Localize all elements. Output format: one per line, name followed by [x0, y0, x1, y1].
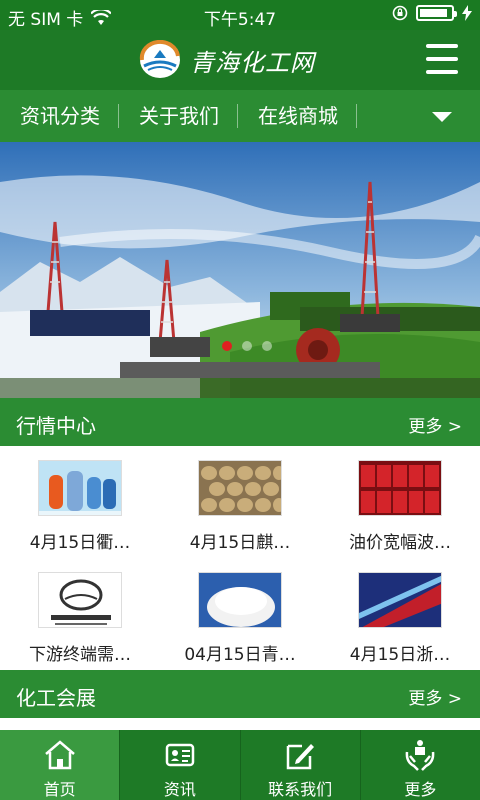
market-item[interactable]: 4月15日衢…: [0, 446, 160, 558]
tab-more[interactable]: 更多: [360, 730, 480, 800]
category-nav: 资讯分类 关于我们 在线商城: [0, 90, 480, 142]
market-item-caption: 4月15日浙…: [349, 645, 451, 665]
nav-item-online-mall[interactable]: 在线商城: [238, 104, 357, 128]
market-item-caption: 4月15日麒…: [189, 533, 291, 553]
tab-home[interactable]: 首页: [0, 730, 121, 800]
market-item-thumb: [38, 460, 122, 516]
tab-contact-label: 联系我们: [268, 780, 333, 799]
menu-icon-line: [426, 70, 458, 74]
news-card-icon: [165, 743, 195, 767]
market-section-title: 行情中心: [16, 414, 96, 438]
market-grid: 4月15日衢… 4月15日麒… 油价宽幅波… 下游终端需… 04月15日青… 4…: [0, 446, 480, 670]
status-bar: 无 SIM 卡 下午5:47: [0, 0, 480, 30]
tab-contact[interactable]: 联系我们: [240, 730, 361, 800]
menu-icon-line: [426, 44, 458, 48]
logo-text: 青海化工网: [190, 48, 315, 77]
banner-image: [0, 142, 480, 398]
market-item[interactable]: 油价宽幅波…: [320, 446, 480, 558]
logo-emblem-icon: [139, 40, 180, 78]
nav-item-news-categories[interactable]: 资讯分类: [0, 104, 119, 128]
market-more-link[interactable]: 更多 >: [408, 412, 462, 437]
edit-icon: [286, 744, 315, 770]
market-item[interactable]: 4月15日浙…: [320, 558, 480, 670]
status-right: [392, 5, 472, 21]
tab-news-label: 资讯: [163, 780, 196, 799]
bottom-tab-bar: 首页 资讯 联系我们 更多: [0, 730, 480, 800]
site-logo[interactable]: 青海化工网: [138, 40, 315, 80]
market-section-header: 行情中心 更多 >: [0, 398, 480, 446]
expo-more-link[interactable]: 更多 >: [408, 684, 462, 709]
tab-more-label: 更多: [404, 780, 437, 799]
market-item-thumb: [198, 460, 282, 516]
market-item[interactable]: 4月15日麒…: [160, 446, 320, 558]
charging-icon: [462, 5, 472, 21]
market-item-thumb: [198, 572, 282, 628]
expo-section-title: 化工会展: [16, 686, 96, 710]
home-icon: [44, 740, 75, 770]
market-item-caption: 下游终端需…: [29, 645, 131, 665]
tab-home-label: 首页: [43, 780, 76, 799]
market-item-caption: 油价宽幅波…: [349, 533, 451, 553]
market-item-thumb: [358, 572, 442, 628]
market-item-thumb: [358, 460, 442, 516]
market-item-thumb: [38, 572, 122, 628]
menu-icon-line: [426, 57, 458, 61]
banner-carousel[interactable]: [0, 142, 480, 398]
menu-button[interactable]: [426, 44, 458, 74]
carousel-indicators: [222, 341, 272, 351]
expo-section-header: 化工会展 更多 >: [0, 670, 480, 718]
nav-expand-arrow-icon[interactable]: [432, 112, 452, 122]
market-item[interactable]: 下游终端需…: [0, 558, 160, 670]
tab-news[interactable]: 资讯: [120, 730, 241, 800]
carousel-dot[interactable]: [262, 341, 272, 351]
battery-icon: [416, 5, 457, 21]
market-item-caption: 4月15日衢…: [29, 533, 131, 553]
carousel-dot[interactable]: [242, 341, 252, 351]
nav-item-about-us[interactable]: 关于我们: [119, 104, 238, 128]
content-gap: [0, 718, 480, 730]
market-item[interactable]: 04月15日青…: [160, 558, 320, 670]
market-item-caption: 04月15日青…: [184, 645, 296, 665]
rotation-lock-icon: [392, 5, 408, 21]
hands-icon: [406, 740, 435, 771]
app-header: 青海化工网: [0, 30, 480, 90]
carousel-dot[interactable]: [222, 341, 232, 351]
